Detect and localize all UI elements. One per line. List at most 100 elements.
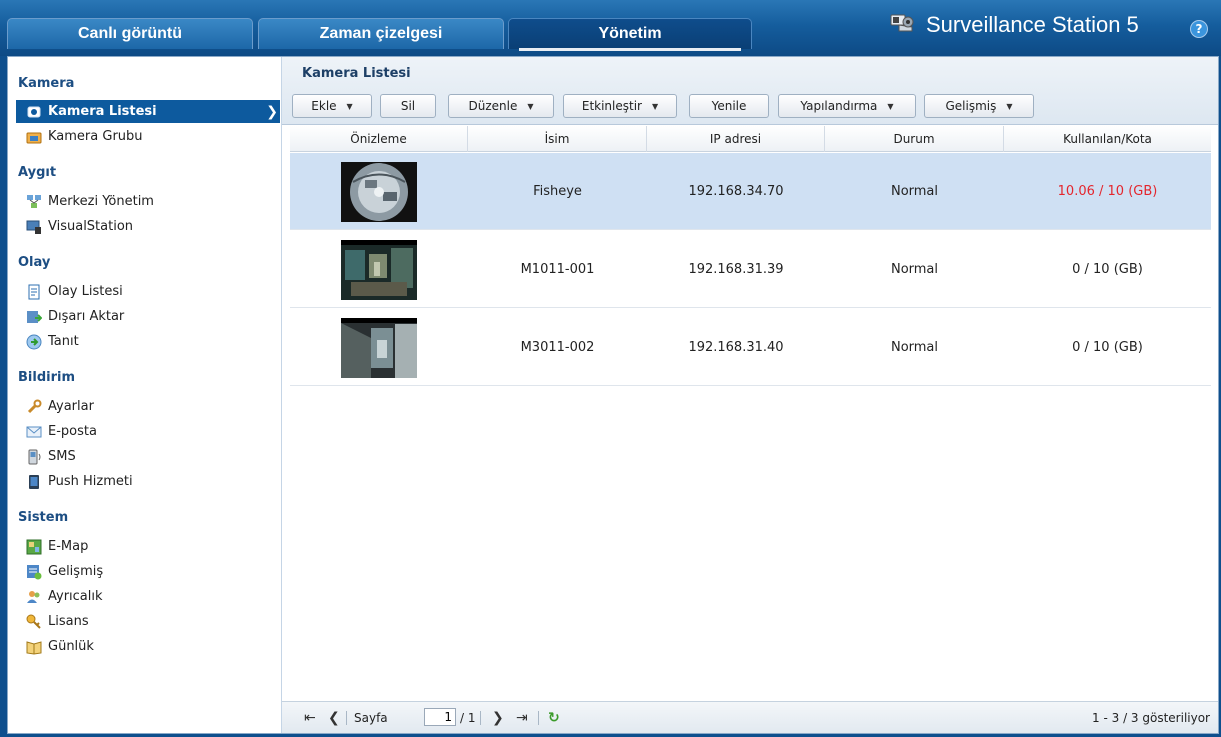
etkinlestir-button[interactable]: Etkinleştir ▼ — [563, 94, 677, 118]
sil-button[interactable]: Sil — [380, 94, 436, 118]
section-bildirim: Bildirim — [18, 370, 75, 385]
sidebar-item-ayricalik[interactable]: Ayrıcalık — [16, 585, 280, 608]
prev-page-icon[interactable]: ❮ — [328, 710, 340, 726]
divider — [538, 711, 539, 725]
divider — [346, 711, 347, 725]
sidebar-item-label: Push Hizmeti — [48, 474, 133, 489]
sidebar-item-kamera-grubu[interactable]: Kamera Grubu — [16, 125, 280, 148]
ekle-label: Ekle — [311, 99, 337, 113]
sil-label: Sil — [400, 99, 416, 113]
column-header-kullanilan-kota[interactable]: Kullanılan/Kota — [1004, 126, 1211, 152]
table-header: Önizleme İsim IP adresi Durum Kullanılan… — [290, 126, 1211, 152]
wrench-icon — [27, 399, 42, 413]
yenile-button[interactable]: Yenile — [689, 94, 769, 118]
tab-canli-goruntu[interactable]: Canlı görüntü — [7, 18, 253, 49]
sidebar-item-label: Olay Listesi — [48, 284, 123, 299]
camera-group-icon — [26, 132, 42, 143]
sidebar-item-disari-aktar[interactable]: Dışarı Aktar — [16, 305, 280, 328]
central-management-icon — [27, 194, 41, 208]
sidebar-item-lisans[interactable]: Lisans — [16, 610, 280, 633]
yapilandirma-label: Yapılandırma — [800, 99, 878, 113]
camera-status: Normal — [890, 184, 939, 199]
sidebar-item-sms[interactable]: SMS — [16, 445, 280, 468]
help-icon[interactable]: ? — [1190, 20, 1208, 38]
page-number-input[interactable] — [424, 708, 456, 726]
etkinlestir-label: Etkinleştir — [581, 99, 642, 113]
chevron-down-icon: ▼ — [346, 101, 353, 111]
main-frame: Kamera Kamera Listesi ❯ Kamera Grubu Ayg… — [7, 56, 1219, 734]
duzenle-label: Düzenle — [468, 99, 518, 113]
section-kamera: Kamera — [18, 76, 75, 91]
table-row[interactable]: M3011-002 192.168.31.40 Normal 0 / 10 (G… — [290, 309, 1211, 386]
camera-name: Fisheye — [533, 184, 582, 199]
sidebar-item-tanit[interactable]: Tanıt — [16, 330, 280, 353]
pagination-bar: ⇤ ❮ Sayfa / 1 ❯ ⇥ ↻ 1 - 3 / 3 gösteriliy… — [282, 701, 1218, 733]
sidebar: Kamera Kamera Listesi ❯ Kamera Grubu Ayg… — [8, 57, 282, 733]
event-list-icon — [28, 284, 40, 299]
camera-preview-thumbnail[interactable] — [341, 317, 417, 378]
sidebar-item-olay-listesi[interactable]: Olay Listesi — [16, 280, 280, 303]
sidebar-item-label: VisualStation — [48, 219, 134, 234]
surveillance-camera-icon — [890, 14, 914, 32]
sidebar-item-label: E-Map — [48, 539, 89, 554]
page-title: Kamera Listesi — [302, 66, 411, 81]
camera-ip: 192.168.31.39 — [688, 262, 784, 277]
camera-preview-thumbnail[interactable] — [341, 161, 417, 222]
gelismis-button[interactable]: Gelişmiş ▼ — [924, 94, 1034, 118]
sidebar-item-label: Günlük — [48, 639, 94, 654]
column-header-durum[interactable]: Durum — [825, 126, 1004, 152]
key-icon — [26, 614, 41, 629]
sidebar-item-label: Merkezi Yönetim — [48, 194, 154, 209]
sidebar-item-gunluk[interactable]: Günlük — [16, 635, 280, 658]
sidebar-item-kamera-listesi[interactable]: Kamera Listesi ❯ — [16, 100, 280, 123]
camera-name: M1011-001 — [520, 262, 595, 277]
first-page-icon[interactable]: ⇤ — [304, 710, 316, 726]
sidebar-item-push-hizmeti[interactable]: Push Hizmeti — [16, 470, 280, 493]
log-book-icon — [26, 640, 42, 655]
yapilandirma-button[interactable]: Yapılandırma ▼ — [778, 94, 916, 118]
column-header-onizleme[interactable]: Önizleme — [290, 126, 468, 152]
camera-ip: 192.168.31.40 — [688, 340, 784, 355]
ekle-button[interactable]: Ekle ▼ — [292, 94, 372, 118]
mobile-device-icon — [29, 474, 39, 489]
next-page-icon[interactable]: ❯ — [492, 710, 504, 726]
chevron-down-icon: ▼ — [527, 101, 534, 111]
camera-quota: 0 / 10 (GB) — [1072, 262, 1143, 277]
last-page-icon[interactable]: ⇥ — [516, 710, 528, 726]
sidebar-item-e-posta[interactable]: E-posta — [16, 420, 280, 443]
duzenle-button[interactable]: Düzenle ▼ — [448, 94, 554, 118]
sidebar-item-label: Gelişmiş — [48, 564, 104, 579]
tab-zaman-cizelgesi[interactable]: Zaman çizelgesi — [258, 18, 504, 49]
table-row[interactable]: Fisheye 192.168.34.70 Normal 10.06 / 10 … — [290, 153, 1211, 230]
table-row[interactable]: M1011-001 192.168.31.39 Normal 0 / 10 (G… — [290, 231, 1211, 308]
sidebar-item-label: Kamera Listesi — [48, 104, 157, 119]
sidebar-item-merkezi-yonetim[interactable]: Merkezi Yönetim — [16, 190, 280, 213]
email-icon — [26, 426, 42, 437]
camera-status: Normal — [890, 340, 939, 355]
column-header-ip-adresi[interactable]: IP adresi — [647, 126, 825, 152]
page-label: Sayfa — [354, 711, 388, 725]
sidebar-item-label: Tanıt — [48, 334, 79, 349]
sidebar-item-label: Ayrıcalık — [48, 589, 103, 604]
camera-name: M3011-002 — [520, 340, 595, 355]
sidebar-item-visualstation[interactable]: VisualStation — [16, 215, 280, 238]
sidebar-item-label: SMS — [48, 449, 76, 464]
pager-summary: 1 - 3 / 3 gösteriliyor — [1092, 711, 1210, 725]
camera-quota: 10.06 / 10 (GB) — [1057, 184, 1158, 199]
identify-icon — [26, 334, 42, 349]
sidebar-item-gelismis[interactable]: Gelişmiş — [16, 560, 280, 583]
chevron-right-icon: ❯ — [266, 104, 278, 120]
panel-header: Kamera Listesi Ekle ▼ Sil Düzenle ▼ Etkinl… — [282, 57, 1218, 125]
chevron-down-icon: ▼ — [887, 101, 894, 111]
sidebar-item-e-map[interactable]: E-Map — [16, 535, 280, 558]
yenile-label: Yenile — [711, 99, 747, 113]
camera-quota: 0 / 10 (GB) — [1072, 340, 1143, 355]
sidebar-item-label: Dışarı Aktar — [48, 309, 125, 324]
tab-yonetim[interactable]: Yönetim — [508, 18, 752, 51]
top-bar: Canlı görüntü Zaman çizelgesi Yönetim Su… — [0, 0, 1221, 56]
chevron-down-icon: ▼ — [1006, 101, 1013, 111]
refresh-icon[interactable]: ↻ — [548, 710, 560, 726]
sidebar-item-ayarlar[interactable]: Ayarlar — [16, 395, 280, 418]
column-header-isim[interactable]: İsim — [468, 126, 647, 152]
camera-preview-thumbnail[interactable] — [341, 239, 417, 300]
